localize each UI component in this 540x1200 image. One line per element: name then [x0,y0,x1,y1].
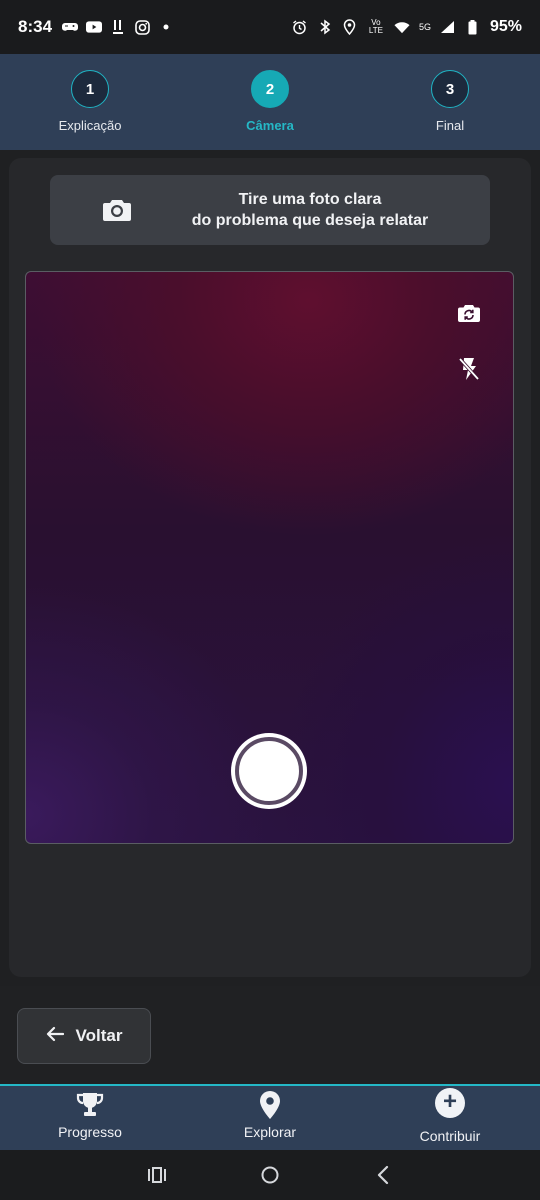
camera-card: Tire uma foto clara do problema que dese… [9,158,531,977]
instruction-text: Tire uma foto clara do problema que dese… [140,189,480,231]
camera-flip-button[interactable] [454,300,484,330]
signal-icon [440,19,456,35]
map-pin-icon [258,1090,282,1120]
youtube-icon [86,19,103,35]
step-label: Explicação [58,118,122,133]
battery-percent: 95% [489,18,522,35]
camera-screen: 8:34 Vo LTE 5G 95% 1 Explicação 2 Câmera… [0,0,540,1200]
plus-circle-icon: + [435,1088,465,1118]
instruction-line-1: Tire uma foto clara [238,191,382,208]
step-camera[interactable]: 2 Câmera [180,54,360,150]
lte-label: Vo LTE [368,18,383,35]
back-button-label: Voltar [75,1026,123,1045]
step-number: 1 [71,70,109,108]
recents-icon[interactable] [145,1163,169,1187]
dot-icon [158,19,174,35]
arrow-left-icon [46,1026,64,1047]
step-final[interactable]: 3 Final [360,54,540,150]
app-icon [110,19,126,35]
nav-label: Progresso [58,1124,122,1140]
home-icon[interactable] [258,1163,282,1187]
step-label: Câmera [246,118,294,133]
status-time: 8:34 [18,17,53,36]
alarm-icon [292,19,308,35]
instruction-line-2: do problema que deseja relatar [191,212,429,229]
trophy-icon [75,1090,105,1120]
step-number: 2 [251,70,289,108]
shutter-ring [235,737,303,805]
instagram-icon [134,19,150,35]
back-icon[interactable] [371,1163,395,1187]
bottom-navigation: Progresso Explorar + Contribuir [0,1084,540,1150]
nav-item-explorar[interactable]: Explorar [180,1086,360,1150]
wifi-icon [394,19,410,35]
shutter-button[interactable] [231,733,307,809]
step-explicacao[interactable]: 1 Explicação [0,54,180,150]
location-icon [342,19,358,35]
system-status-icons: Vo LTE 5G 95% [292,18,522,36]
flash-toggle-button[interactable] [454,356,484,386]
camera-icon [102,197,132,223]
nav-item-progresso[interactable]: Progresso [0,1086,180,1150]
network-label: 5G [418,22,431,32]
nav-label: Explorar [243,1124,297,1140]
battery-icon [465,19,481,35]
flash-off-icon [457,356,481,387]
back-button[interactable]: Voltar [17,1008,151,1064]
camera-flip-icon [457,303,481,328]
bluetooth-icon [317,19,333,35]
nav-item-contribuir[interactable]: + Contribuir [360,1086,540,1150]
gamepad-icon [62,19,79,35]
progress-stepper: 1 Explicação 2 Câmera 3 Final [0,54,540,150]
camera-viewfinder[interactable] [25,271,514,844]
notification-icons [62,19,174,35]
instruction-banner: Tire uma foto clara do problema que dese… [50,175,490,245]
step-label: Final [435,118,465,133]
system-navigation-bar [0,1150,540,1200]
step-number: 3 [431,70,469,108]
nav-label: Contribuir [419,1128,481,1144]
status-bar: 8:34 Vo LTE 5G 95% [0,0,540,54]
